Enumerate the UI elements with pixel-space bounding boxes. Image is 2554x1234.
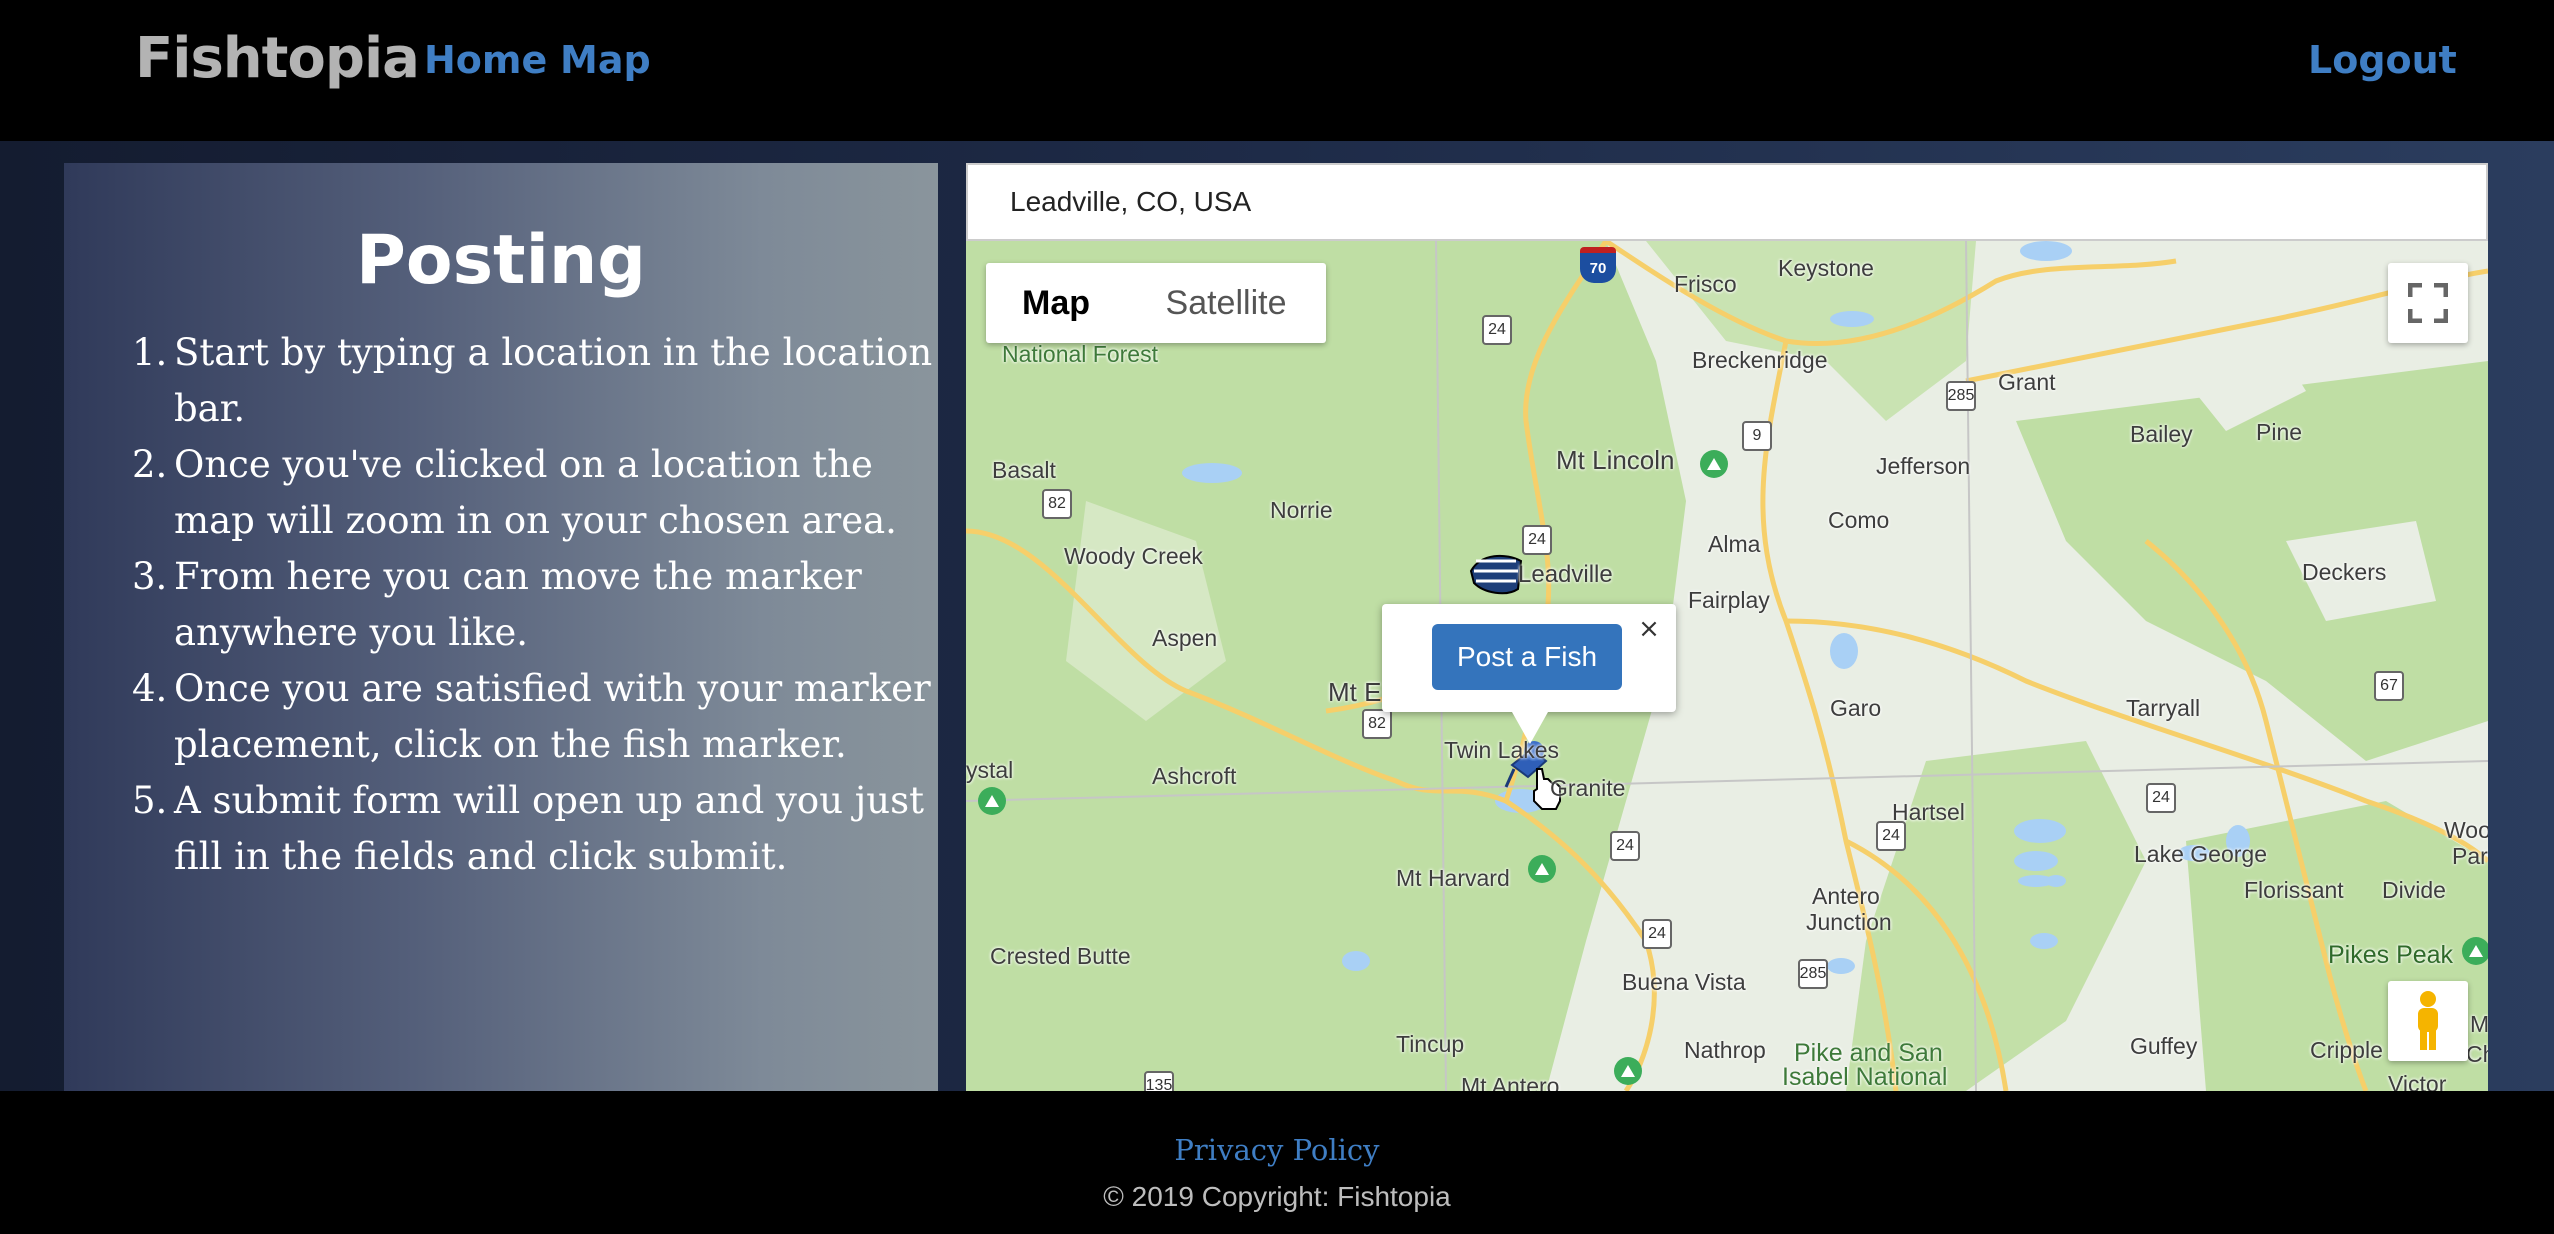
peak-icon xyxy=(1528,855,1556,883)
map-container: Frisco Keystone Breckenridge Grant Baile… xyxy=(966,163,2488,1091)
post-a-fish-button[interactable]: Post a Fish xyxy=(1432,624,1622,690)
map-place-label: Guffey xyxy=(2130,1033,2198,1059)
instruction-step: Once you've clicked on a location the ma… xyxy=(132,437,897,542)
map-place-label: Woody Creek xyxy=(1064,543,1203,569)
map-place-label: Park xyxy=(2452,843,2488,869)
privacy-policy-link[interactable]: Privacy Policy xyxy=(0,1133,2554,1167)
map-place-label: Pine xyxy=(2256,419,2303,445)
nav-map-link[interactable]: Map xyxy=(560,38,651,82)
map-place-label: Woodla xyxy=(2444,817,2488,843)
page-title: Posting xyxy=(356,221,646,300)
map-place-label: Como xyxy=(1828,507,1890,533)
location-search-input[interactable] xyxy=(966,163,2488,241)
street-view-pegman-button[interactable] xyxy=(2388,981,2468,1061)
route-shield: 24 xyxy=(1642,919,1672,949)
peak-icon xyxy=(978,787,1006,815)
route-shield: 135 xyxy=(1144,1071,1174,1091)
map-place-label: Buena Vista xyxy=(1622,969,1746,995)
map-place-label: Jefferson xyxy=(1876,453,1971,479)
main-content: Posting Start by typing a location in th… xyxy=(0,141,2554,1091)
map-place-label: Norrie xyxy=(1270,497,1333,523)
map-place-label: Keystone xyxy=(1778,255,1874,281)
interstate-shield: 70 xyxy=(1580,247,1616,283)
route-shield: 24 xyxy=(1610,831,1640,861)
map-place-label: Ch xyxy=(2466,1041,2488,1067)
map-place-label: Deckers xyxy=(2302,559,2387,585)
map-place-label: Garo xyxy=(1830,695,1882,721)
pegman-icon xyxy=(2418,991,2438,1050)
fullscreen-button[interactable] xyxy=(2388,263,2468,343)
map-place-label: Frisco xyxy=(1674,271,1737,297)
peak-icon xyxy=(1614,1057,1642,1085)
route-shield: 82 xyxy=(1362,709,1392,739)
close-icon[interactable]: × xyxy=(1634,614,1664,644)
instructions-list: Start by typing a location in the locati… xyxy=(132,325,934,885)
map-place-label: Victor xyxy=(2388,1071,2447,1091)
map-place-label: M xyxy=(2470,1011,2488,1037)
logout-link[interactable]: Logout xyxy=(2308,38,2457,82)
map-place-label: Leadville xyxy=(1518,561,1613,588)
brand-logo[interactable]: Fishtopia xyxy=(135,26,420,91)
route-shield: 24 xyxy=(1482,315,1512,345)
map-place-label: Fairplay xyxy=(1688,587,1770,613)
peak-icon xyxy=(1700,450,1728,478)
map-place-label: Tarryall xyxy=(2126,695,2201,721)
map-place-label: ystal xyxy=(966,757,1014,783)
map-place-label: Tincup xyxy=(1396,1031,1465,1057)
map-place-label: Crested Butte xyxy=(990,943,1131,969)
map-canvas[interactable]: Frisco Keystone Breckenridge Grant Baile… xyxy=(966,241,2488,1091)
fullscreen-icon xyxy=(2408,283,2448,323)
route-shield: 24 xyxy=(1876,821,1906,851)
map-place-label: Mt E xyxy=(1328,677,1382,707)
instruction-step: Start by typing a location in the locati… xyxy=(132,325,933,430)
navbar: Fishtopia Home Map Logout xyxy=(0,0,2554,141)
footer: Privacy Policy © 2019 Copyright: Fishtop… xyxy=(0,1091,2554,1234)
map-place-label: Pikes Peak xyxy=(2328,941,2454,969)
map-place-label: Alma xyxy=(1708,531,1761,557)
map-type-map-button[interactable]: Map xyxy=(986,263,1126,343)
map-info-window: Post a Fish × xyxy=(1382,604,1676,744)
map-place-label: Junction xyxy=(1806,909,1892,935)
route-shield: 9 xyxy=(1742,421,1772,451)
map-place-label: Ashcroft xyxy=(1152,763,1237,789)
fish-marker-icon xyxy=(1469,554,1523,595)
map-place-label: Basalt xyxy=(992,457,1056,483)
route-shield: 285 xyxy=(1946,381,1976,411)
map-place-label: Aspen xyxy=(1152,625,1218,651)
map-place-label: Divide xyxy=(2382,877,2446,903)
route-shield: 24 xyxy=(1522,525,1552,555)
map-place-label: Florissant xyxy=(2244,877,2344,903)
nav-home-link[interactable]: Home xyxy=(424,38,547,82)
instruction-step: Once you are satisfied with your marker … xyxy=(132,661,931,766)
map-place-label: Nathrop xyxy=(1684,1037,1766,1063)
map-place-label: Mt Lincoln xyxy=(1556,445,1675,475)
map-place-label: Grant xyxy=(1998,369,2056,395)
map-place-label: Bailey xyxy=(2130,421,2193,447)
route-shield: 82 xyxy=(1042,489,1072,519)
route-shield: 285 xyxy=(1798,959,1828,989)
map-place-label: Mt Harvard xyxy=(1396,865,1510,891)
map-place-label: Antero xyxy=(1812,883,1880,909)
map-place-label: National Forest xyxy=(1002,341,1158,367)
map-place-label: Isabel National xyxy=(1782,1063,1948,1091)
map-place-label: Granite xyxy=(1550,775,1626,801)
instruction-step: A submit form will open up and you just … xyxy=(132,773,924,878)
map-type-control: Map Satellite xyxy=(986,263,1326,343)
instruction-step: From here you can move the marker anywhe… xyxy=(132,549,862,654)
map-place-label: Mt Antero xyxy=(1461,1073,1560,1091)
map-place-label: Lake George xyxy=(2134,841,2267,867)
map-place-label: Breckenridge xyxy=(1692,347,1828,373)
peak-icon xyxy=(2462,937,2488,965)
instructions-panel: Posting Start by typing a location in th… xyxy=(64,163,938,1091)
copyright-text: © 2019 Copyright: Fishtopia xyxy=(1103,1181,1451,1212)
route-shield: 24 xyxy=(2146,783,2176,813)
map-type-satellite-button[interactable]: Satellite xyxy=(1126,263,1326,343)
route-shield: 67 xyxy=(2374,671,2404,701)
